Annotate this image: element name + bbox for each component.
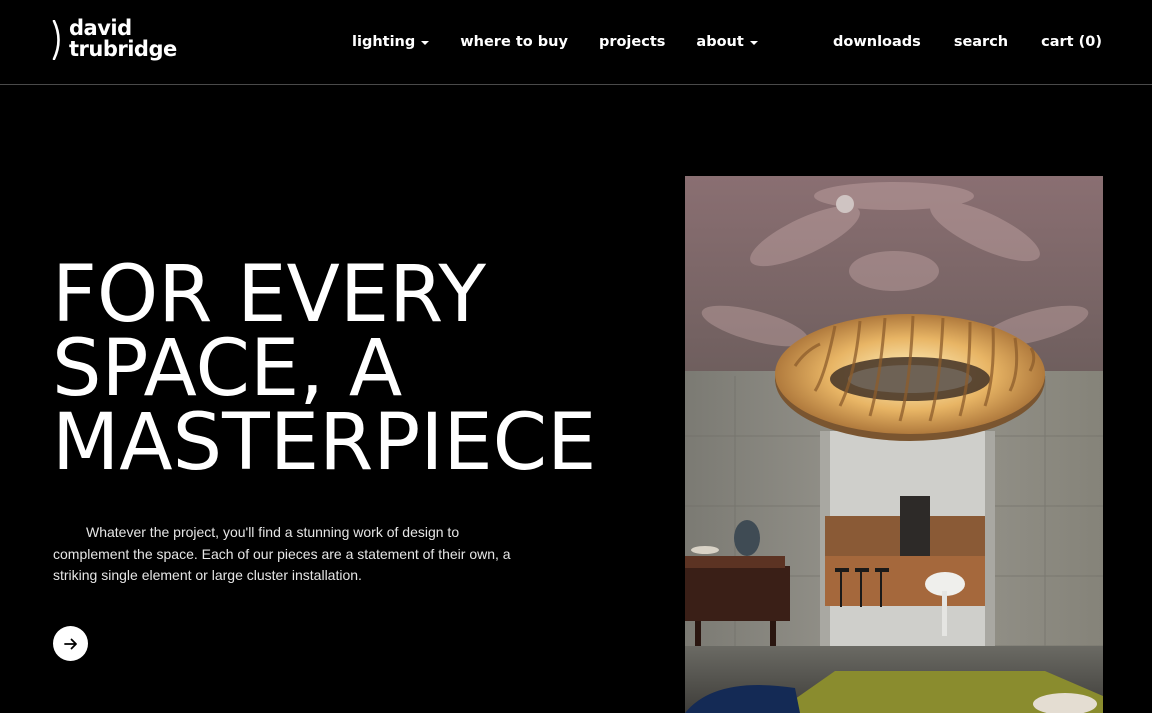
nav-where-to-buy[interactable]: where to buy [460,31,568,53]
hero-title-line-3: MASTERPIECE [52,398,597,488]
logo-bracket-icon [52,20,60,60]
hero-title-line-2: SPACE, A [52,324,403,414]
brand-line-2: trubridge [69,37,177,61]
nav-lighting[interactable]: lighting [352,31,430,53]
chevron-down-icon [421,41,430,45]
hero-description: Whatever the project, you'll find a stun… [53,524,511,583]
brand-line-1: david [69,16,132,40]
nav-lighting-label: lighting [352,34,416,50]
hero-next-button[interactable] [53,626,88,661]
interior-photo-illustration [685,176,1103,713]
brand-logo[interactable]: david trubridge [52,18,177,64]
hero-title-line-1: FOR EVERY [52,250,487,340]
utility-nav: downloads search cart (0) [800,31,1102,53]
nav-about[interactable]: about [696,31,758,53]
nav-cart[interactable]: cart (0) [1041,31,1102,53]
nav-where-to-buy-label: where to buy [460,34,568,50]
hero-title: FOR EVERY SPACE, A MASTERPIECE [52,250,652,488]
nav-projects[interactable]: projects [599,31,665,53]
site-header: david trubridge lighting where to buy pr… [0,0,1152,85]
primary-nav: lighting where to buy projects about [352,31,789,53]
nav-projects-label: projects [598,34,666,50]
nav-about-label: about [696,34,744,50]
nav-downloads[interactable]: downloads [833,31,921,53]
brand-wordmark: david trubridge [69,18,177,60]
chevron-down-icon [749,41,758,45]
hero-interior-photo [685,176,1103,713]
nav-search[interactable]: search [954,31,1008,53]
arrow-right-icon [63,638,77,649]
